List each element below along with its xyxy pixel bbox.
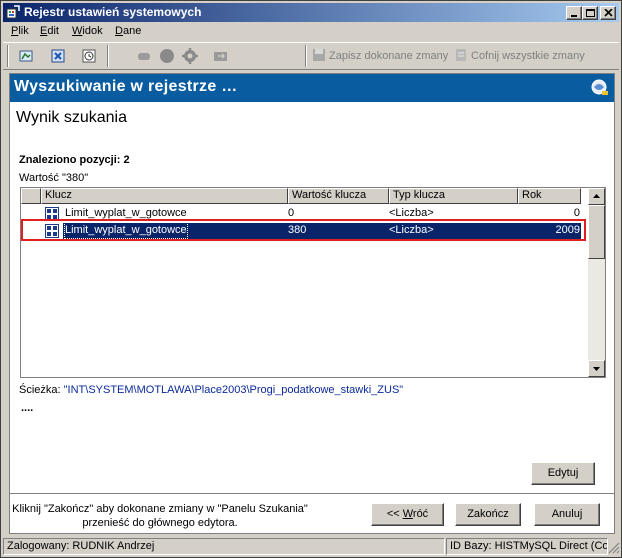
menu-dane[interactable]: Dane xyxy=(115,25,141,37)
close-button[interactable] xyxy=(600,6,616,20)
record-tool-button[interactable] xyxy=(156,46,178,66)
status-bar: Zalogowany: RUDNIK Andrzej ID Bazy: HIST… xyxy=(3,537,620,555)
undo-doc-icon xyxy=(456,49,466,61)
maximize-icon xyxy=(586,9,595,17)
save-changes-label: Zapisz dokonane zmany xyxy=(329,50,449,62)
edit-button[interactable]: Edytuj xyxy=(531,462,595,485)
minimize-icon xyxy=(571,15,577,17)
maximize-button[interactable] xyxy=(582,6,598,20)
toolbar-separator xyxy=(107,45,109,67)
clock-icon xyxy=(82,49,96,63)
registry-app-icon xyxy=(6,5,20,19)
cancel-button[interactable]: Anuluj xyxy=(534,503,600,526)
status-user: Zalogowany: RUDNIK Andrzej xyxy=(3,538,445,555)
toolbar: Zapisz dokonane zmany Cofnij wszystkie z… xyxy=(3,42,619,70)
circle-icon xyxy=(160,49,174,63)
hint-line-2: przenieść do głównego edytora. xyxy=(82,517,238,529)
menu-widok[interactable]: Widok xyxy=(72,25,103,37)
registry-path: Ścieżka: "INT\SYSTEM\MOTLAWA\Place2003\P… xyxy=(19,384,403,396)
gear-icon xyxy=(182,48,198,64)
window-title: Rejestr ustawień systemowych xyxy=(24,5,202,19)
save-disk-icon xyxy=(313,49,325,61)
panel-title: Wyszukiwanie w rejestrze … xyxy=(14,78,238,95)
search-registry-icon xyxy=(51,49,65,63)
hint-line-1: Kliknij "Zakończ" aby dokonane zmiany w … xyxy=(12,503,308,515)
disabled-tool-icon xyxy=(138,53,150,60)
arrow-up-icon xyxy=(593,194,600,198)
footer-divider xyxy=(10,493,614,494)
settings-tool-button[interactable] xyxy=(179,46,201,66)
results-count: Znaleziono pozycji: 2 xyxy=(19,154,130,166)
search-value: Wartość "380" xyxy=(19,172,89,184)
scroll-thumb[interactable] xyxy=(588,205,605,259)
history-tool-button[interactable] xyxy=(78,46,100,66)
search-tool-button[interactable] xyxy=(47,46,69,66)
save-changes-button[interactable]: Zapisz dokonane zmany xyxy=(312,48,448,66)
close-icon xyxy=(604,9,613,17)
refresh-icon xyxy=(19,50,33,62)
resize-grip-icon[interactable] xyxy=(608,540,620,554)
toolbar-grip xyxy=(7,45,9,67)
path-label: Ścieżka: xyxy=(19,384,61,396)
revert-changes-label: Cofnij wszystkie zmany xyxy=(471,50,585,62)
back-button[interactable]: << Wróć xyxy=(371,503,444,526)
title-bar[interactable]: Rejestr ustawień systemowych xyxy=(3,3,619,22)
scroll-down-button[interactable] xyxy=(588,360,605,377)
cut-tool-button[interactable] xyxy=(133,46,155,66)
menu-bar: Plik Edit Widok Dane xyxy=(3,23,619,41)
search-globe-icon xyxy=(591,79,608,95)
arrow-down-icon xyxy=(593,367,600,371)
minimize-button[interactable] xyxy=(566,6,582,20)
search-panel: Wyszukiwanie w rejestrze … Wynik szukani… xyxy=(9,73,615,534)
more-indicator: .... xyxy=(21,402,34,414)
column-header-year[interactable]: Rok xyxy=(518,188,581,204)
folder-arrow-icon xyxy=(214,52,227,61)
menu-plik[interactable]: Plik xyxy=(11,25,29,37)
toolbar-separator xyxy=(305,45,307,67)
highlight-frame xyxy=(21,219,586,241)
export-tool-button[interactable] xyxy=(210,46,232,66)
page-heading: Wynik szukania xyxy=(16,109,128,126)
vertical-scrollbar[interactable] xyxy=(588,188,605,377)
path-value: "INT\SYSTEM\MOTLAWA\Place2003\Progi_poda… xyxy=(63,384,404,396)
status-database: ID Bazy: HISTMySQL Direct (Cor xyxy=(446,538,608,555)
results-grid[interactable]: Klucz Wartość klucza Typ klucza Rok Limi… xyxy=(20,187,606,378)
column-header-value[interactable]: Wartość klucza xyxy=(288,188,389,204)
menu-edit[interactable]: Edit xyxy=(40,25,59,37)
refresh-tool-button[interactable] xyxy=(15,46,37,66)
column-header-key[interactable]: Klucz xyxy=(41,188,288,204)
revert-changes-button[interactable]: Cofnij wszystkie zmany xyxy=(454,48,585,66)
column-header-type[interactable]: Typ klucza xyxy=(389,188,518,204)
column-header-indicator[interactable] xyxy=(21,188,41,204)
finish-button[interactable]: Zakończ xyxy=(455,503,521,526)
scroll-up-button[interactable] xyxy=(588,188,605,205)
main-window: Rejestr ustawień systemowych Plik Edit W… xyxy=(0,0,622,558)
panel-header: Wyszukiwanie w rejestrze … xyxy=(10,74,614,102)
